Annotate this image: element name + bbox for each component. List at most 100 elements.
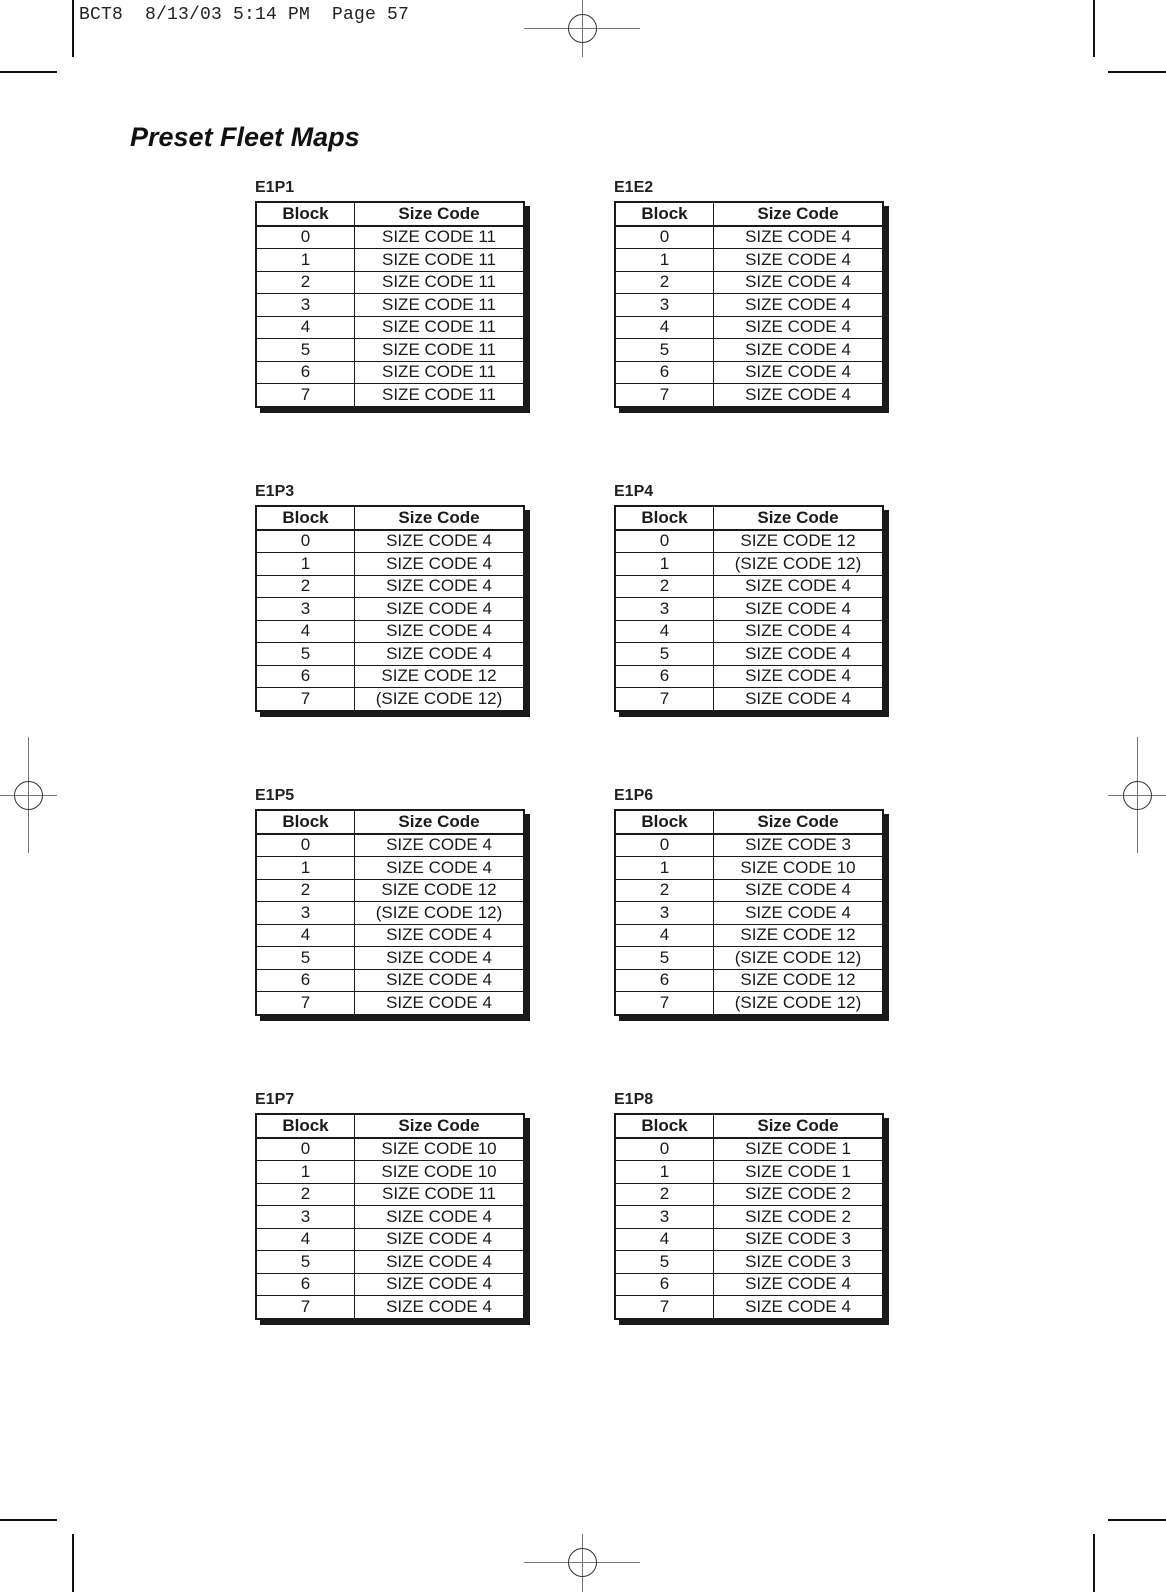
size-code-cell: SIZE CODE 4 <box>354 597 525 621</box>
block-cell: 3 <box>614 1205 714 1229</box>
fleet-map-e1p4: E1P4 Block Size Code 0 SIZE CODE 12 1 (SIZE CO… <box>614 483 889 717</box>
size-code-cell: SIZE CODE 11 <box>354 225 525 249</box>
table-row: 7 SIZE CODE 4 <box>255 991 525 1015</box>
table-header-row: Block Size Code <box>255 201 525 227</box>
size-code-cell: SIZE CODE 4 <box>354 529 525 553</box>
size-code-cell: SIZE CODE 1 <box>713 1160 884 1184</box>
block-cell: 1 <box>255 248 355 272</box>
size-code-cell: SIZE CODE 11 <box>354 338 525 362</box>
table-row: 3 SIZE CODE 11 <box>255 293 525 317</box>
size-code-cell: SIZE CODE 1 <box>713 1137 884 1161</box>
table-row: 3 SIZE CODE 4 <box>614 901 884 925</box>
size-code-cell: SIZE CODE 4 <box>713 225 884 249</box>
block-cell: 5 <box>255 642 355 666</box>
size-code-cell: SIZE CODE 4 <box>354 833 525 857</box>
table-row: 2 SIZE CODE 4 <box>255 574 525 598</box>
table-row: 3 SIZE CODE 4 <box>255 597 525 621</box>
block-cell: 1 <box>255 552 355 576</box>
size-code-cell: SIZE CODE 4 <box>713 574 884 598</box>
block-cell: 6 <box>614 1272 714 1296</box>
table-row: 0 SIZE CODE 12 <box>614 529 884 553</box>
fleet-map-label: E1P6 <box>614 787 654 804</box>
size-code-cell: SIZE CODE 11 <box>354 270 525 294</box>
size-code-cell: SIZE CODE 10 <box>713 856 884 880</box>
size-code-cell: SIZE CODE 11 <box>354 248 525 272</box>
page-title: Preset Fleet Maps <box>130 122 360 152</box>
crop-mark-top-left-v <box>72 0 74 57</box>
table-row: 4 SIZE CODE 4 <box>255 1227 525 1251</box>
table-row: 3 SIZE CODE 4 <box>614 597 884 621</box>
size-code-cell: SIZE CODE 4 <box>713 878 884 902</box>
table-row: 6 SIZE CODE 11 <box>255 360 525 384</box>
block-cell: 5 <box>255 338 355 362</box>
size-code-cell: SIZE CODE 4 <box>354 1250 525 1274</box>
block-cell: 6 <box>614 360 714 384</box>
block-cell: 7 <box>255 991 355 1015</box>
block-cell: 7 <box>614 991 714 1015</box>
size-code-cell: SIZE CODE 4 <box>354 923 525 947</box>
table-row: 7 (SIZE CODE 12) <box>614 991 884 1015</box>
size-code-cell: SIZE CODE 11 <box>354 1182 525 1206</box>
fleet-map-table-wrap: Block Size Code 0 SIZE CODE 4 1 SIZE CODE 42S… <box>255 809 530 1021</box>
table-header-row: Block Size Code <box>614 809 884 835</box>
table-row: 0 SIZE CODE 11 <box>255 225 525 249</box>
block-cell: 3 <box>614 293 714 317</box>
size-code-cell: SIZE CODE 4 <box>713 597 884 621</box>
size-code-cell: SIZE CODE 4 <box>713 293 884 317</box>
fleet-map-table: Block Size Code 0 SIZE CODE 4 1 SIZE CODE 42S… <box>614 201 884 408</box>
size-code-cell: SIZE CODE 4 <box>713 315 884 339</box>
size-code-cell: SIZE CODE 4 <box>713 664 884 688</box>
table-row: 5 SIZE CODE 4 <box>255 642 525 666</box>
table-row: 2 SIZE CODE 4 <box>614 270 884 294</box>
block-cell: 6 <box>255 968 355 992</box>
size-code-cell: SIZE CODE 4 <box>713 338 884 362</box>
column-header-size-code: Size Code <box>354 201 525 227</box>
block-cell: 4 <box>255 1227 355 1251</box>
fleet-map-table-wrap: Block Size Code 0 SIZE CODE 11 1 SIZE CODE 11… <box>255 201 530 413</box>
table-row: 2 SIZE CODE 2 <box>614 1182 884 1206</box>
size-code-cell: SIZE CODE 10 <box>354 1137 525 1161</box>
table-row: 1 SIZE CODE 10 <box>255 1160 525 1184</box>
fleet-map-e1p8: E1P8 Block Size Code 0 SIZE CODE 1 1 SIZE CODE… <box>614 1091 889 1325</box>
table-row: 1 (SIZE CODE 12) <box>614 552 884 576</box>
fleet-map-table-wrap: Block Size Code 0 SIZE CODE 3 1 SIZE CODE 10 2… <box>614 809 889 1021</box>
size-code-cell: SIZE CODE 4 <box>713 270 884 294</box>
column-header-block: Block <box>255 201 355 227</box>
table-row: 0 SIZE CODE 3 <box>614 833 884 857</box>
size-code-cell: (SIZE CODE 12) <box>713 991 884 1015</box>
table-row: 7 SIZE CODE 11 <box>255 383 525 407</box>
block-cell: 7 <box>255 687 355 711</box>
table-row: 5 SIZE CODE 4 <box>255 946 525 970</box>
block-cell: 7 <box>614 383 714 407</box>
table-row: 1 SIZE CODE 4 <box>255 856 525 880</box>
size-code-cell: SIZE CODE 12 <box>713 529 884 553</box>
table-row: 6 SIZE CODE 4 <box>255 1272 525 1296</box>
table-row: 2 SIZE CODE 12 <box>255 878 525 902</box>
fleet-map-label: E1P1 <box>255 179 295 196</box>
size-code-cell: SIZE CODE 2 <box>713 1182 884 1206</box>
fleet-map-table: Block Size Code 0 SIZE CODE 4 1 SIZE CODE 42S… <box>255 505 525 712</box>
fleet-map-table: Block Size Code 0 SIZE CODE 4 1 SIZE CODE 42S… <box>255 809 525 1016</box>
table-row: 3 SIZE CODE 2 <box>614 1205 884 1229</box>
block-cell: 5 <box>614 1250 714 1274</box>
size-code-cell: SIZE CODE 11 <box>354 383 525 407</box>
size-code-cell: SIZE CODE 4 <box>713 619 884 643</box>
block-cell: 2 <box>614 878 714 902</box>
size-code-cell: SIZE CODE 4 <box>354 1205 525 1229</box>
table-row: 1 SIZE CODE 1 <box>614 1160 884 1184</box>
crop-mark-top-right-h <box>1108 71 1166 73</box>
block-cell: 2 <box>614 270 714 294</box>
block-cell: 5 <box>255 1250 355 1274</box>
block-cell: 6 <box>614 968 714 992</box>
block-cell: 2 <box>255 270 355 294</box>
block-cell: 6 <box>255 1272 355 1296</box>
table-row: 2 SIZE CODE 11 <box>255 270 525 294</box>
block-cell: 0 <box>614 833 714 857</box>
fleet-map-table: Block Size Code 0 SIZE CODE 1 1 SIZE CODE 12S… <box>614 1113 884 1320</box>
size-code-cell: SIZE CODE 4 <box>354 1272 525 1296</box>
table-row: 3 SIZE CODE 4 <box>255 1205 525 1229</box>
block-cell: 6 <box>255 664 355 688</box>
block-cell: 7 <box>255 1295 355 1319</box>
table-row: 5 SIZE CODE 4 <box>614 338 884 362</box>
table-row: 4 SIZE CODE 3 <box>614 1227 884 1251</box>
